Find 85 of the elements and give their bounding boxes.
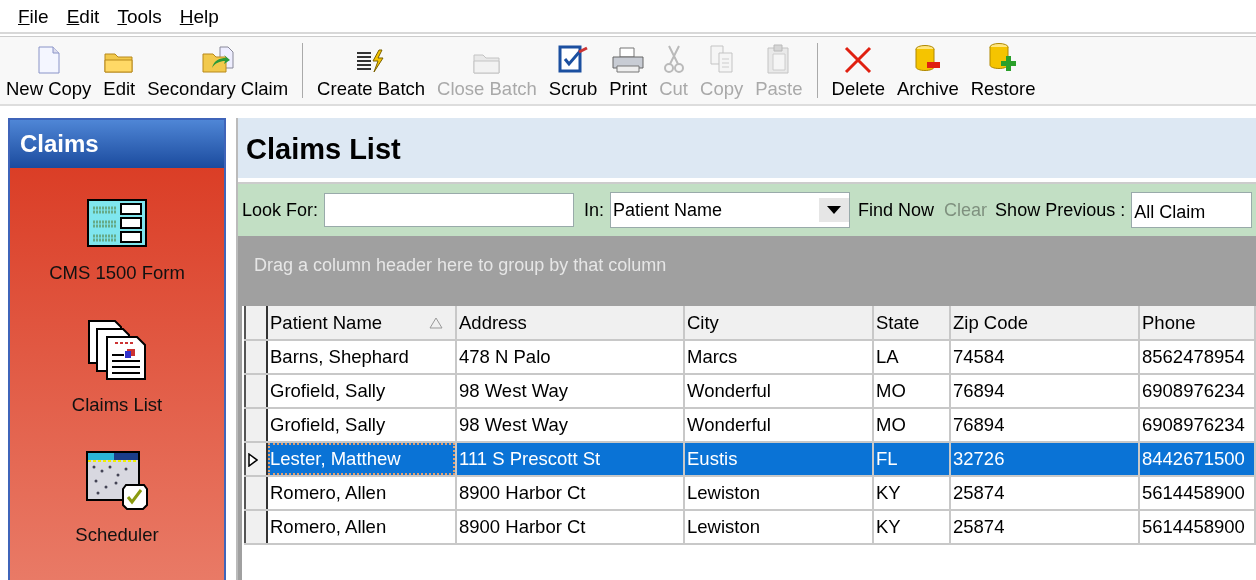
table-cell: 74584	[950, 340, 1139, 374]
group-hint: Drag a column header here to group by that column	[254, 255, 667, 275]
menu-item[interactable]: Help	[171, 5, 229, 32]
table-cell: Lewiston	[684, 476, 873, 510]
table-cell: 5614458900	[1139, 476, 1255, 510]
table-cell: KY	[873, 476, 950, 510]
table-cell: Eustis	[684, 442, 873, 476]
table-cell: KY	[873, 510, 950, 544]
caret-icon	[819, 198, 850, 222]
table-cell: FL	[873, 442, 950, 476]
sidebar-item[interactable]: Scheduler	[69, 449, 165, 550]
row-selector[interactable]	[245, 510, 267, 544]
table-cell: Grofield, Sally	[267, 374, 456, 408]
table-cell: 6908976234	[1139, 374, 1255, 408]
menu-item[interactable]: Tools	[109, 5, 172, 32]
table-cell: Romero, Allen	[267, 510, 456, 544]
table-cell: 25874	[950, 476, 1139, 510]
toolbar-button[interactable]: Archive	[891, 37, 965, 104]
printer-icon	[611, 45, 646, 74]
table-cell: Lewiston	[684, 510, 873, 544]
toolbar-button[interactable]: Scrub	[542, 37, 604, 104]
page-title: Claims List	[238, 118, 1256, 178]
table-cell: 76894	[950, 374, 1139, 408]
column-header[interactable]: Patient Name	[267, 306, 456, 340]
row-pointer-icon	[248, 453, 258, 468]
toolbar-button[interactable]: Edit	[97, 37, 142, 104]
row-selector[interactable]	[245, 476, 267, 510]
clipboard-check-icon	[557, 43, 589, 74]
form-grid-icon	[87, 199, 147, 249]
documents-icon	[87, 318, 147, 381]
menu-item[interactable]: File	[10, 5, 59, 32]
row-selector[interactable]	[245, 442, 267, 476]
grid-corner	[245, 306, 267, 340]
table-cell: MO	[873, 374, 950, 408]
sidebar-item[interactable]: Claims List	[65, 317, 169, 420]
table-cell: 32726	[950, 442, 1139, 476]
field-label: Look For:	[242, 198, 319, 222]
row-selector[interactable]	[245, 340, 267, 374]
show-previous-dropdown[interactable]: All Claim	[1131, 192, 1252, 228]
table-cell: 111 S Prescott St	[456, 442, 684, 476]
table-cell: Marcs	[684, 340, 873, 374]
toolbar-button[interactable]: Restore	[964, 37, 1042, 104]
find-now-button[interactable]: Find Now	[856, 196, 937, 224]
copy-icon	[708, 43, 735, 74]
table-cell: LA	[873, 340, 950, 374]
table-cell: 478 N Palo	[456, 340, 684, 374]
column-header[interactable]: Zip Code	[950, 306, 1139, 340]
search-field[interactable]	[324, 193, 575, 227]
field-label: Show Previous :	[995, 198, 1126, 222]
table-cell: Barns, Shephard	[267, 340, 456, 374]
field-label: In:	[584, 198, 605, 222]
toolbar-button[interactable]: Secondary Claim	[141, 37, 295, 104]
table-cell: 8900 Harbor Ct	[456, 476, 684, 510]
table-cell: 25874	[950, 510, 1139, 544]
table-cell: 8562478954	[1139, 340, 1255, 374]
scissors-icon	[662, 43, 685, 74]
table-cell: 8900 Harbor Ct	[456, 510, 684, 544]
table-cell: Lester, Matthew	[267, 442, 456, 476]
toolbar-button[interactable]: Delete	[825, 37, 891, 104]
clipboard-icon	[765, 43, 792, 74]
column-header[interactable]: Phone	[1139, 306, 1255, 340]
folder-icon	[472, 51, 501, 74]
close-icon	[843, 45, 874, 74]
toolbar-button[interactable]: Create Batch	[311, 37, 432, 104]
table-cell: Wonderful	[684, 374, 873, 408]
sidebar-title: Claims	[10, 120, 224, 168]
table-cell: 8442671500	[1139, 442, 1255, 476]
column-header[interactable]: City	[684, 306, 873, 340]
menu-item[interactable]: Edit	[58, 5, 110, 32]
column-header[interactable]: Address	[456, 306, 684, 340]
search-column-dropdown[interactable]: Patient Name	[610, 192, 851, 228]
calendar-check-icon	[86, 450, 148, 511]
page-icon	[37, 45, 60, 74]
folder-arrow-icon	[201, 45, 234, 74]
sidebar-item[interactable]: CMS 1500 Form	[43, 198, 191, 288]
table-cell: Romero, Allen	[267, 476, 456, 510]
table-cell: 98 West Way	[456, 374, 684, 408]
database-minus-icon	[913, 43, 942, 74]
row-selector[interactable]	[245, 374, 267, 408]
toolbar-button[interactable]: New Copy	[0, 37, 98, 104]
database-plus-icon	[988, 41, 1019, 74]
row-selector[interactable]	[245, 408, 267, 442]
toolbar-button[interactable]: Print	[603, 37, 654, 104]
table-cell: 5614458900	[1139, 510, 1255, 544]
column-header[interactable]: State	[873, 306, 950, 340]
